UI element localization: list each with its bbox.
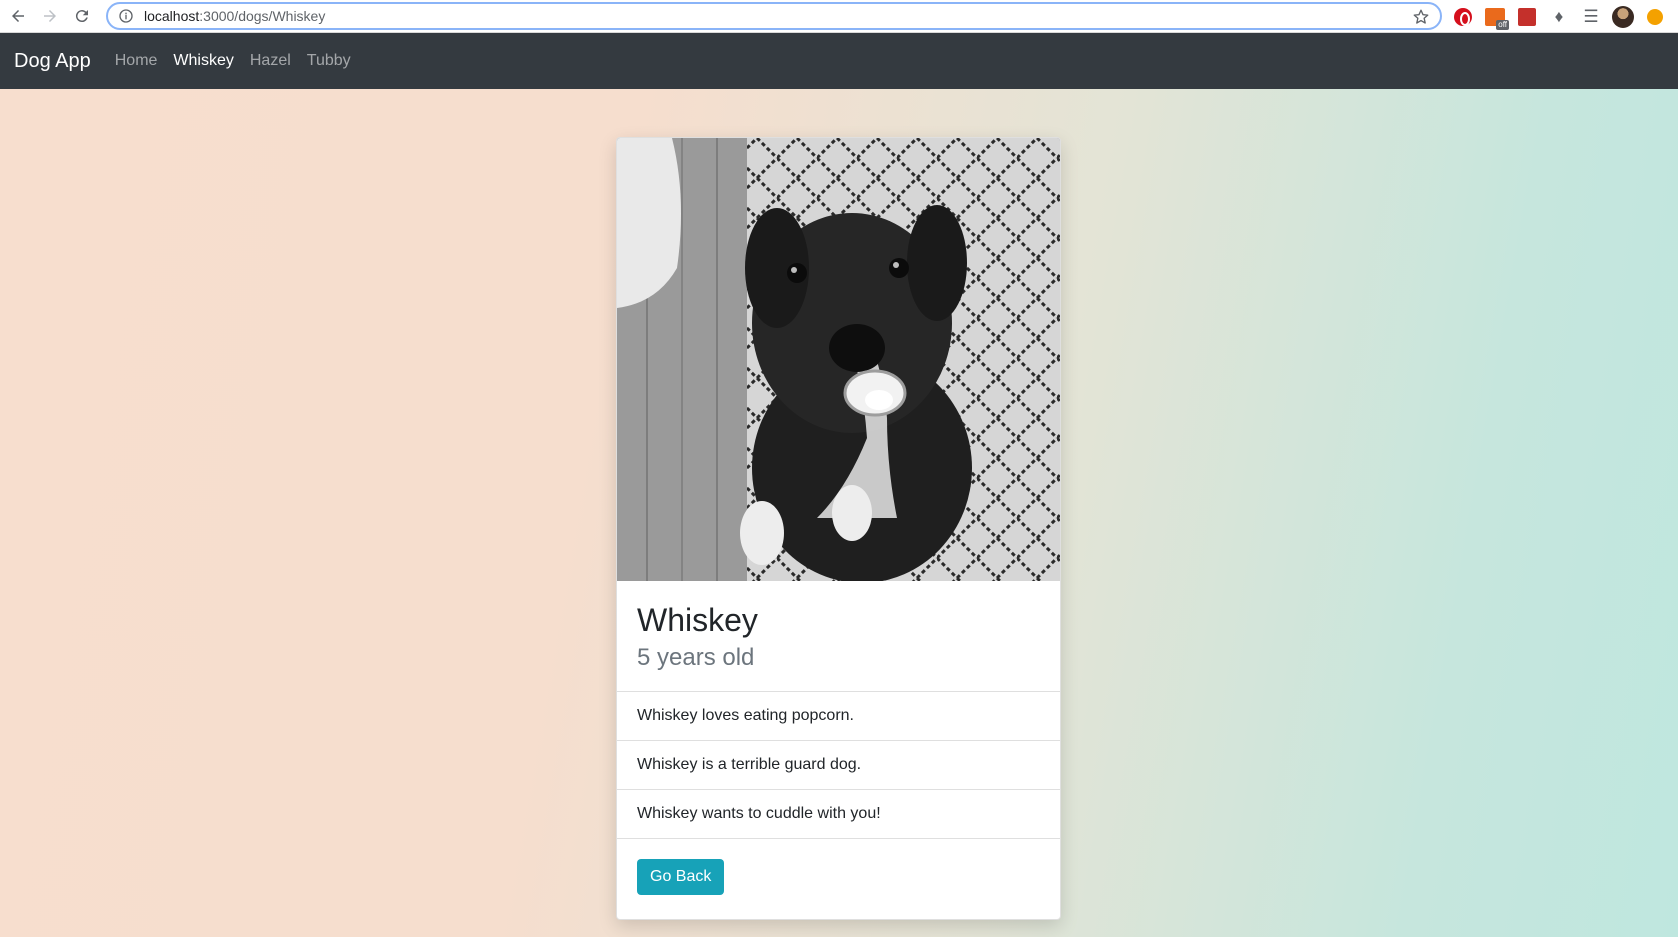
back-arrow-icon[interactable]	[4, 2, 32, 30]
brand-link[interactable]: Dog App	[14, 50, 91, 73]
off-badge: off	[1496, 19, 1509, 30]
page-content: Whiskey 5 years old Whiskey loves eating…	[0, 89, 1678, 937]
browser-toolbar: localhost:3000/dogs/Whiskey off ♦ ☰	[0, 0, 1678, 33]
go-back-button[interactable]: Go Back	[637, 859, 725, 895]
nav-link-hazel[interactable]: Hazel	[250, 52, 291, 70]
dog-card: Whiskey 5 years old Whiskey loves eating…	[616, 137, 1061, 920]
reload-icon[interactable]	[68, 2, 96, 30]
info-icon[interactable]	[118, 8, 134, 24]
list-item: Whiskey loves eating popcorn.	[617, 691, 1060, 740]
dog-age: 5 years old	[637, 644, 755, 671]
bookmark-star-icon[interactable]	[1412, 8, 1430, 26]
app-navbar: Dog App Home Whiskey Hazel Tubby	[0, 33, 1678, 89]
puzzle-icon[interactable]: ♦	[1548, 6, 1570, 28]
nav-link-whiskey[interactable]: Whiskey	[173, 52, 233, 70]
media-list-icon[interactable]: ☰	[1580, 6, 1602, 28]
dog-facts-list: Whiskey loves eating popcorn. Whiskey is…	[617, 691, 1060, 838]
update-icon[interactable]	[1644, 6, 1666, 28]
avatar[interactable]	[1612, 5, 1634, 28]
nav-link-home[interactable]: Home	[115, 52, 158, 70]
opera-icon[interactable]	[1452, 6, 1474, 28]
card-body: Whiskey 5 years old	[617, 581, 1060, 691]
address-bar[interactable]: localhost:3000/dogs/Whiskey	[106, 2, 1442, 30]
dog-name: Whiskey	[637, 602, 758, 638]
card-footer: Go Back	[617, 838, 1060, 915]
nav-link-tubby[interactable]: Tubby	[307, 52, 351, 70]
forward-arrow-icon[interactable]	[36, 2, 64, 30]
list-item: Whiskey wants to cuddle with you!	[617, 789, 1060, 838]
dog-photo	[617, 138, 1060, 581]
url-text: localhost:3000/dogs/Whiskey	[144, 8, 326, 24]
extensions-area: off ♦ ☰	[1452, 0, 1666, 33]
list-item: Whiskey is a terrible guard dog.	[617, 740, 1060, 789]
off-extension-icon[interactable]: off	[1484, 6, 1509, 30]
photo-extension-icon[interactable]	[1516, 6, 1538, 28]
